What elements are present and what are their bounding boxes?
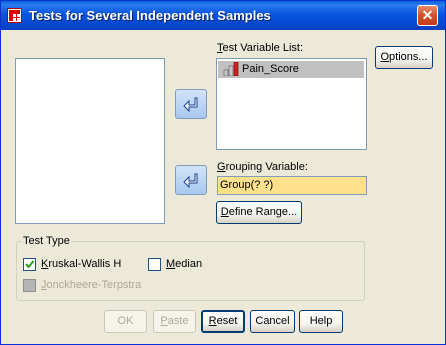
title-bar[interactable]: Tests for Several Independent Samples ✕	[1, 1, 445, 30]
help-button[interactable]: Help	[299, 310, 343, 333]
median-label: Median	[166, 258, 203, 270]
reset-button[interactable]: Reset	[201, 310, 245, 333]
spss-table-icon	[7, 8, 22, 23]
kruskal-wallis-checkbox[interactable]	[23, 258, 36, 271]
grouping-variable-field[interactable]: Group(? ?)	[217, 176, 367, 195]
define-range-button[interactable]: Define Range...	[216, 201, 302, 224]
test-type-legend: Test Type	[21, 235, 72, 247]
checkmark-icon	[25, 260, 35, 269]
arrow-right-icon	[183, 173, 198, 188]
kruskal-wallis-label: Kruskal-Wallis H	[41, 258, 122, 270]
jonckheere-terpstra-checkbox[interactable]	[23, 279, 36, 292]
options-button[interactable]: Options...	[375, 46, 433, 69]
median-checkbox[interactable]	[148, 258, 161, 271]
close-button[interactable]: ✕	[417, 5, 438, 26]
list-item[interactable]: Pain_Score	[218, 61, 364, 78]
window-title: Tests for Several Independent Samples	[29, 8, 271, 23]
move-to-grouping-variable-button[interactable]	[175, 165, 207, 195]
scale-variable-icon	[223, 62, 239, 76]
paste-button[interactable]: Paste	[153, 310, 196, 333]
cancel-button[interactable]: Cancel	[250, 310, 295, 333]
jonckheere-terpstra-label: Jonckheere-Terpstra	[41, 279, 142, 291]
test-variable-list-label: Test Variable List:	[217, 42, 304, 54]
dialog-window: Tests for Several Independent Samples ✕ …	[0, 0, 446, 345]
arrow-right-icon	[183, 97, 198, 112]
move-to-test-variable-button[interactable]	[175, 89, 207, 119]
test-type-group	[16, 241, 365, 301]
grouping-variable-label: Grouping Variable:	[217, 161, 308, 173]
close-icon: ✕	[421, 7, 434, 23]
list-item-label: Pain_Score	[242, 63, 299, 75]
source-variable-list[interactable]	[15, 58, 165, 224]
ok-button[interactable]: OK	[104, 310, 147, 333]
